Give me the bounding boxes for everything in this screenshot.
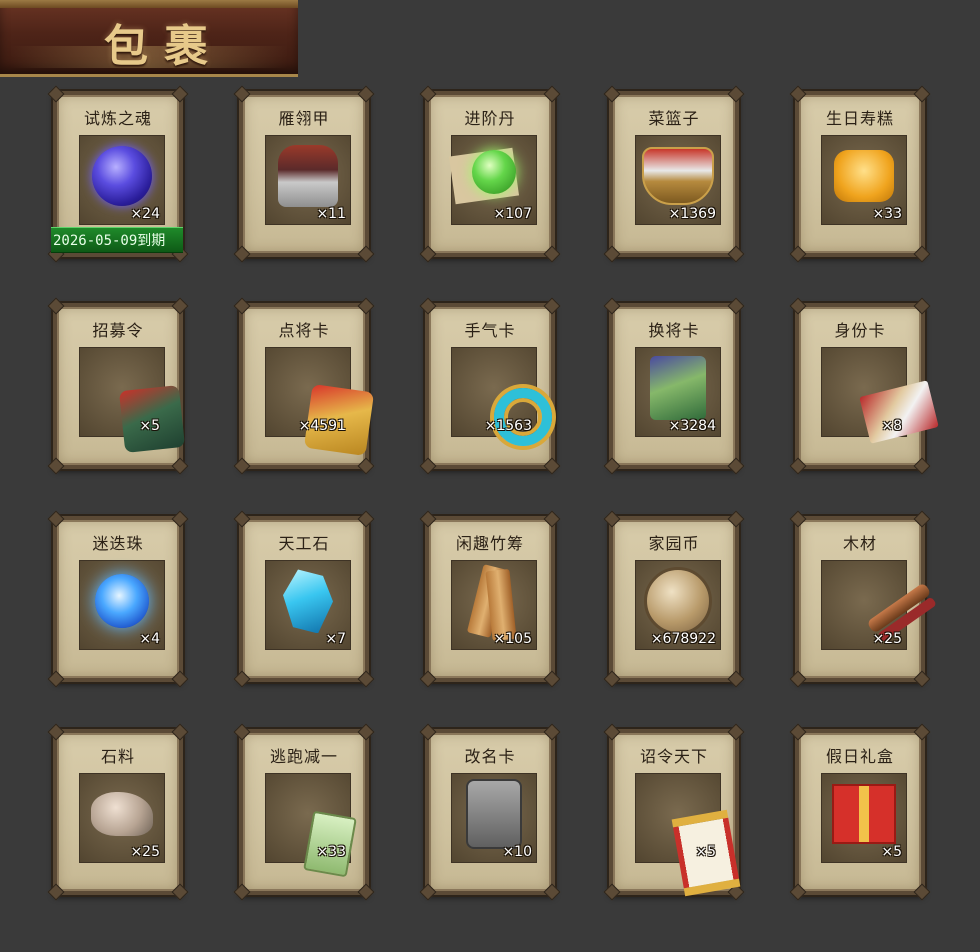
item-card[interactable]: 菜篮子 ×1369 xyxy=(603,85,745,263)
item-name: 生日寿糕 xyxy=(825,109,894,128)
item-slot: ×105 xyxy=(451,560,537,650)
swap-card-icon xyxy=(650,356,706,421)
item-quantity: ×7 xyxy=(325,631,346,647)
item-slot: ×25 xyxy=(821,560,932,650)
item-name: 招募令 xyxy=(92,321,144,340)
item-slot: ×5 xyxy=(821,773,907,863)
item-quantity: ×33 xyxy=(872,206,902,222)
item-quantity: ×33 xyxy=(316,844,346,860)
item-quantity: ×1563 xyxy=(484,418,532,434)
item-quantity: ×105 xyxy=(493,631,532,647)
item-name: 天工石 xyxy=(278,534,330,553)
item-card[interactable]: 点将卡 ×4591 xyxy=(233,297,375,475)
item-name: 假日礼盒 xyxy=(825,747,894,766)
item-slot: ×8 xyxy=(821,347,939,445)
expire-badge: 2026-05-09到期 xyxy=(51,227,183,253)
rename-card-icon xyxy=(466,779,522,850)
gift-box-icon xyxy=(832,784,896,845)
item-slot: ×5 xyxy=(79,347,186,454)
item-card[interactable]: 家园币 ×678922 xyxy=(603,510,745,688)
soul-orb-icon xyxy=(92,146,152,207)
item-name: 石料 xyxy=(100,747,135,766)
item-name: 诏令天下 xyxy=(639,747,708,766)
coin-icon xyxy=(644,567,712,636)
item-quantity: ×4 xyxy=(139,631,160,647)
item-card[interactable]: 换将卡 ×3284 xyxy=(603,297,745,475)
item-slot: ×4591 xyxy=(265,347,375,457)
item-name: 进阶丹 xyxy=(464,109,516,128)
item-name: 闲趣竹筹 xyxy=(455,534,524,553)
wood-icon xyxy=(866,582,932,635)
item-slot: ×25 xyxy=(79,773,165,863)
item-slot: ×678922 xyxy=(635,560,721,650)
stone-icon xyxy=(91,792,153,837)
bamboo-sticks-icon xyxy=(466,564,519,642)
item-quantity: ×5 xyxy=(881,844,902,860)
item-name: 家园币 xyxy=(648,534,700,553)
item-card[interactable]: 雁翎甲 ×11 xyxy=(233,85,375,263)
item-card[interactable]: 木材 ×25 xyxy=(789,510,932,688)
item-slot: ×10 xyxy=(451,773,537,863)
blue-orb-icon xyxy=(95,574,149,629)
item-name: 换将卡 xyxy=(648,321,700,340)
item-quantity: ×3284 xyxy=(668,418,716,434)
item-card[interactable]: 闲趣竹筹 ×105 xyxy=(419,510,561,688)
item-name: 木材 xyxy=(842,534,877,553)
item-slot: ×11 xyxy=(265,135,351,225)
window-title: 包裹 xyxy=(104,21,224,72)
crystal-icon xyxy=(283,569,333,634)
item-quantity: ×8 xyxy=(881,418,902,434)
item-card[interactable]: 改名卡 ×10 xyxy=(419,723,561,901)
item-slot: ×33 xyxy=(821,135,907,225)
item-card[interactable]: 试炼之魂 ×24 2026-05-09到期 xyxy=(47,85,189,263)
item-card[interactable]: 天工石 ×7 xyxy=(233,510,375,688)
item-name: 改名卡 xyxy=(464,747,516,766)
item-card[interactable]: 生日寿糕 ×33 xyxy=(789,85,931,263)
green-pill-icon xyxy=(448,144,526,208)
item-quantity: ×10 xyxy=(502,844,532,860)
basket-icon xyxy=(642,147,714,206)
item-name: 身份卡 xyxy=(834,321,886,340)
item-card[interactable]: 手气卡 ×1563 xyxy=(419,297,565,475)
item-quantity: ×4591 xyxy=(298,418,346,434)
item-card[interactable]: 逃跑减一 ×33 xyxy=(233,723,375,901)
item-card[interactable]: 假日礼盒 ×5 xyxy=(789,723,931,901)
item-card[interactable]: 招募令 ×5 xyxy=(47,297,189,475)
cake-icon xyxy=(834,150,894,203)
item-name: 菜篮子 xyxy=(648,109,700,128)
item-slot: ×1563 xyxy=(451,347,565,459)
item-quantity: ×24 xyxy=(130,206,160,222)
item-quantity: ×107 xyxy=(493,206,532,222)
item-card[interactable]: 迷迭珠 ×4 xyxy=(47,510,189,688)
item-name: 雁翎甲 xyxy=(278,109,330,128)
item-quantity: ×25 xyxy=(872,631,902,647)
item-slot: ×4 xyxy=(79,560,165,650)
item-quantity: ×11 xyxy=(316,206,346,222)
item-slot: ×107 xyxy=(448,135,537,225)
item-card[interactable]: 进阶丹 ×107 xyxy=(419,85,561,263)
item-card[interactable]: 石料 ×25 xyxy=(47,723,189,901)
item-slot: ×33 xyxy=(265,773,357,878)
item-name: 迷迭珠 xyxy=(92,534,144,553)
item-slot: ×5 xyxy=(635,773,741,897)
item-card[interactable]: 身份卡 ×8 xyxy=(789,297,939,475)
item-quantity: ×5 xyxy=(695,844,716,860)
item-name: 点将卡 xyxy=(278,321,330,340)
item-name: 逃跑减一 xyxy=(269,747,338,766)
item-slot: ×7 xyxy=(265,560,351,650)
item-quantity: ×25 xyxy=(130,844,160,860)
armor-icon xyxy=(278,145,338,208)
item-slot: ×1369 xyxy=(635,135,721,225)
item-quantity: ×1369 xyxy=(668,206,716,222)
item-slot: ×24 xyxy=(79,135,165,225)
item-name: 手气卡 xyxy=(464,321,516,340)
identity-card-icon xyxy=(859,380,939,445)
item-slot: ×3284 xyxy=(635,347,721,437)
item-card[interactable]: 诏令天下 ×5 xyxy=(603,723,745,901)
item-quantity: ×5 xyxy=(139,418,160,434)
inventory-grid: 试炼之魂 ×24 2026-05-09到期 雁翎甲 ×11 进阶丹 ×107 菜… xyxy=(0,0,980,952)
item-quantity: ×678922 xyxy=(650,631,716,647)
item-name: 试炼之魂 xyxy=(83,109,152,128)
